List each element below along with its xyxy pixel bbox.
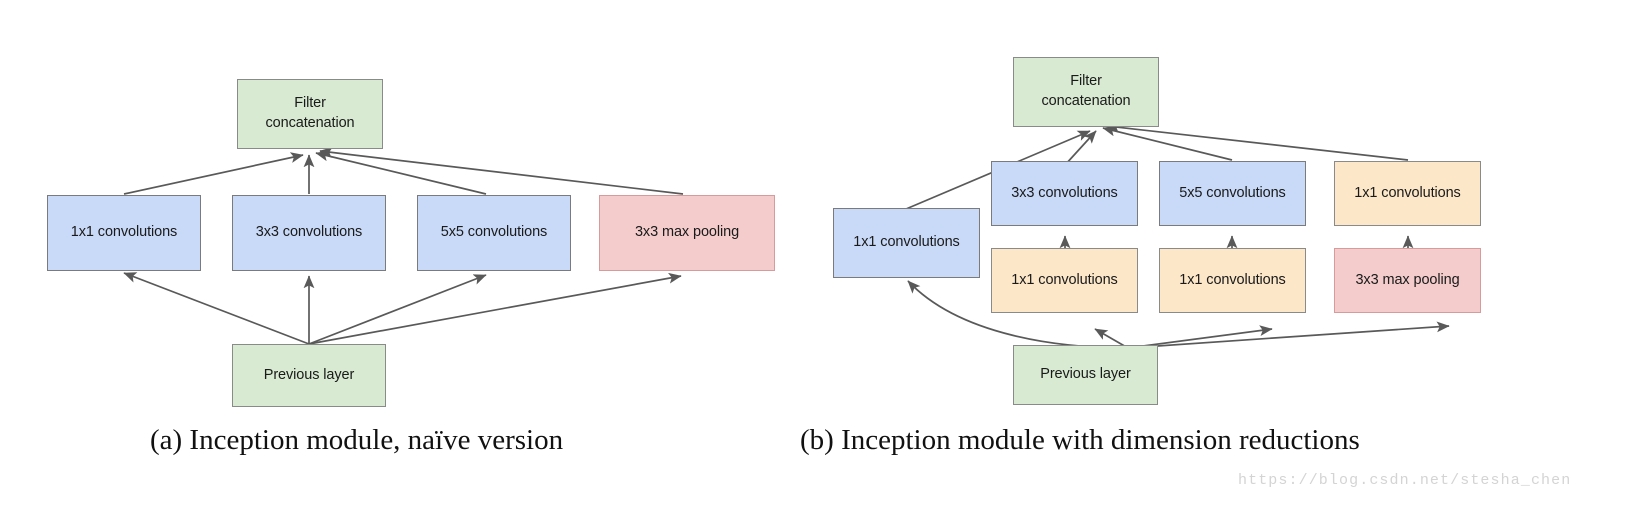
a-filter-concatenation-line2: concatenation [265,115,355,131]
a-caption: (a) Inception module, naïve version [150,424,564,456]
a-maxpool3x3-box: 3x3 max pooling [599,195,775,271]
b-conv3x3-box: 3x3 convolutions [991,161,1138,226]
b-conv1x1-reduce-a-box: 1x1 convolutions [991,248,1138,313]
arrow-b-conv1x1-top-right-to-concat [1106,121,1409,161]
a-conv5x5-box: 5x5 convolutions [417,195,571,271]
b-filter-concatenation-line2: concatenation [1041,93,1131,109]
arrow-b-prev-to-maxpool [1127,321,1450,349]
b-filter-concatenation-line1: Filter [1070,73,1102,90]
arrow-prev-to-conv1x1 [123,272,310,345]
a-previous-layer-box: Previous layer [232,344,386,407]
arrow-b-conv5x5-to-concat [1102,125,1233,161]
a-conv3x3-box: 3x3 convolutions [232,195,386,271]
b-maxpool3x3-label: 3x3 max pooling [1355,271,1460,288]
a-previous-layer-label: Previous layer [263,366,355,383]
b-conv1x1-top-right-label: 1x1 convolutions [1354,184,1461,201]
b-conv1x1-left-label: 1x1 convolutions [853,234,960,251]
b-conv1x1-reduce-b-box: 1x1 convolutions [1159,248,1306,313]
b-previous-layer-box: Previous layer [1013,345,1158,405]
b-conv3x3-label: 3x3 convolutions [1011,184,1118,201]
a-conv1x1-label: 1x1 convolutions [70,224,178,241]
b-maxpool3x3-box: 3x3 max pooling [1334,248,1481,313]
a-filter-concatenation-line1: Filter [294,95,326,112]
b-conv5x5-box: 5x5 convolutions [1159,161,1306,226]
b-conv1x1-top-right-box: 1x1 convolutions [1334,161,1481,226]
arrow-maxpool-to-concat [319,147,684,195]
b-conv1x1-reduce-a-label: 1x1 convolutions [1011,271,1118,288]
a-maxpool3x3-label: 3x3 max pooling [634,224,740,241]
watermark-text: https://blog.csdn.net/stesha_chen [1238,472,1572,489]
arrow-prev-to-conv5x5 [308,274,487,345]
a-conv1x1-box: 1x1 convolutions [47,195,201,271]
arrows-figure-b [905,121,1450,349]
arrow-conv1x1-to-concat [123,152,304,195]
a-filter-concatenation-box: Filter concatenation [237,79,383,149]
b-conv1x1-left-box: 1x1 convolutions [833,208,980,278]
b-conv5x5-label: 5x5 convolutions [1179,184,1286,201]
b-conv1x1-reduce-b-label: 1x1 convolutions [1179,271,1286,288]
b-filter-concatenation-box: Filter concatenation [1013,57,1159,127]
b-caption: (b) Inception module with dimension redu… [800,424,1360,456]
arrow-b-conv3x3-to-concat [1064,130,1097,166]
figure-canvas: Filter concatenation 1x1 convolutions 3x… [0,0,1630,524]
a-conv3x3-label: 3x3 convolutions [255,224,363,241]
b-previous-layer-label: Previous layer [1040,366,1131,383]
arrow-conv5x5-to-concat [315,150,487,195]
arrow-prev-to-maxpool [308,272,682,345]
a-conv5x5-label: 5x5 convolutions [440,224,548,241]
